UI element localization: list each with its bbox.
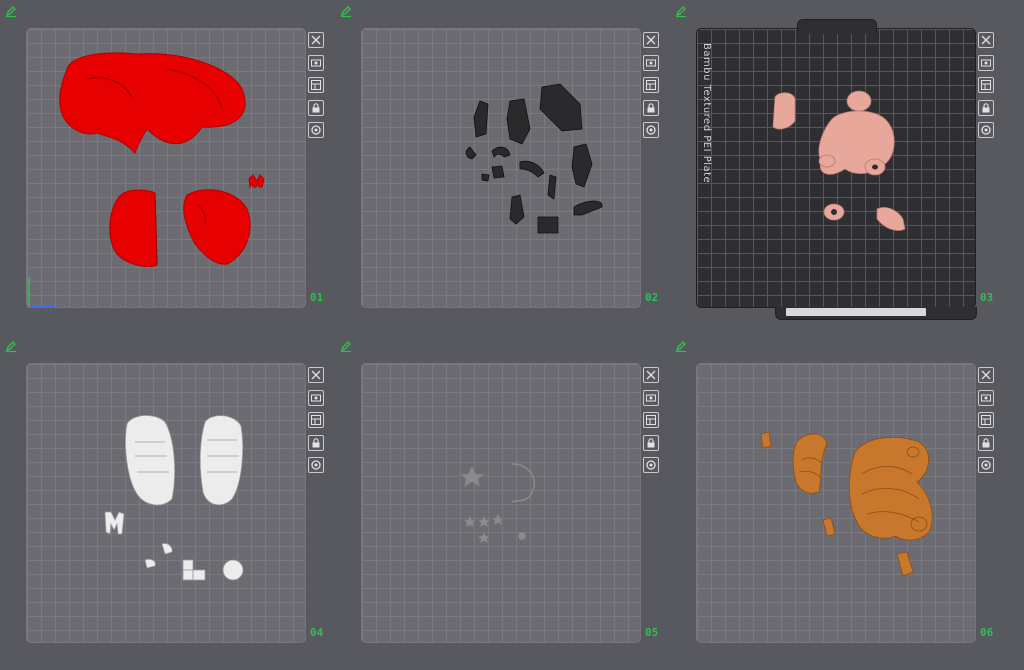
plate-number: 04	[310, 626, 324, 639]
plate-number: 01	[310, 291, 324, 304]
plate-number: 06	[980, 626, 994, 639]
build-plate[interactable]	[696, 363, 976, 643]
plate-toolbar	[308, 367, 326, 480]
settings-icon[interactable]	[308, 457, 324, 473]
build-plate[interactable]: Bambu Textured PEI Plate	[696, 19, 977, 320]
build-plate[interactable]	[361, 28, 641, 308]
plate-cell-05: 05	[335, 335, 665, 665]
plate-number: 03	[980, 291, 994, 304]
plate-objects[interactable]	[27, 364, 307, 644]
layout-icon[interactable]	[643, 412, 659, 428]
close-icon[interactable]	[978, 32, 994, 48]
arrange-icon[interactable]	[643, 54, 659, 71]
settings-icon[interactable]	[308, 122, 324, 138]
plate-objects[interactable]	[362, 364, 642, 644]
close-icon[interactable]	[643, 367, 659, 383]
arrange-icon[interactable]	[978, 389, 994, 406]
close-icon[interactable]	[978, 367, 994, 383]
plate-cell-04: 04	[0, 335, 330, 665]
close-icon[interactable]	[308, 32, 324, 48]
plate-toolbar	[978, 32, 996, 145]
arrange-icon[interactable]	[308, 54, 324, 71]
plate-cell-01: 01	[0, 0, 330, 330]
plate-number: 05	[645, 626, 659, 639]
edit-icon[interactable]	[4, 4, 18, 18]
arrange-icon[interactable]	[643, 389, 659, 406]
build-plate[interactable]	[26, 363, 306, 643]
settings-icon[interactable]	[643, 457, 659, 473]
plate-cell-06: 06	[670, 335, 1000, 665]
edit-icon[interactable]	[4, 339, 18, 353]
plate-toolbar	[643, 367, 661, 480]
plate-objects[interactable]	[27, 29, 307, 309]
plate-cell-02: 02	[335, 0, 665, 330]
plate-number: 02	[645, 291, 659, 304]
lock-icon[interactable]	[308, 434, 324, 451]
arrange-icon[interactable]	[308, 389, 324, 406]
settings-icon[interactable]	[978, 122, 994, 138]
settings-icon[interactable]	[978, 457, 994, 473]
plate-bottom-bar	[775, 307, 977, 320]
lock-icon[interactable]	[978, 434, 994, 451]
layout-icon[interactable]	[308, 77, 324, 93]
close-icon[interactable]	[643, 32, 659, 48]
build-plate[interactable]	[361, 363, 641, 643]
layout-icon[interactable]	[308, 412, 324, 428]
plate-bottom-label	[786, 308, 926, 316]
plate-toolbar	[978, 367, 996, 480]
edit-icon[interactable]	[674, 4, 688, 18]
layout-icon[interactable]	[978, 412, 994, 428]
layout-icon[interactable]	[643, 77, 659, 93]
plate-toolbar	[308, 32, 326, 145]
lock-icon[interactable]	[643, 99, 659, 116]
plate-toolbar	[643, 32, 661, 145]
arrange-icon[interactable]	[978, 54, 994, 71]
build-plate[interactable]	[26, 28, 307, 309]
lock-icon[interactable]	[643, 434, 659, 451]
layout-icon[interactable]	[978, 77, 994, 93]
plate-objects[interactable]	[362, 29, 642, 309]
plate-objects[interactable]	[697, 29, 977, 309]
close-icon[interactable]	[308, 367, 324, 383]
edit-icon[interactable]	[674, 339, 688, 353]
lock-icon[interactable]	[308, 99, 324, 116]
edit-icon[interactable]	[339, 4, 353, 18]
plate-objects[interactable]	[697, 364, 977, 644]
settings-icon[interactable]	[643, 122, 659, 138]
plate-cell-03: Bambu Textured PEI Plate 03	[670, 0, 1000, 330]
lock-icon[interactable]	[978, 99, 994, 116]
edit-icon[interactable]	[339, 339, 353, 353]
